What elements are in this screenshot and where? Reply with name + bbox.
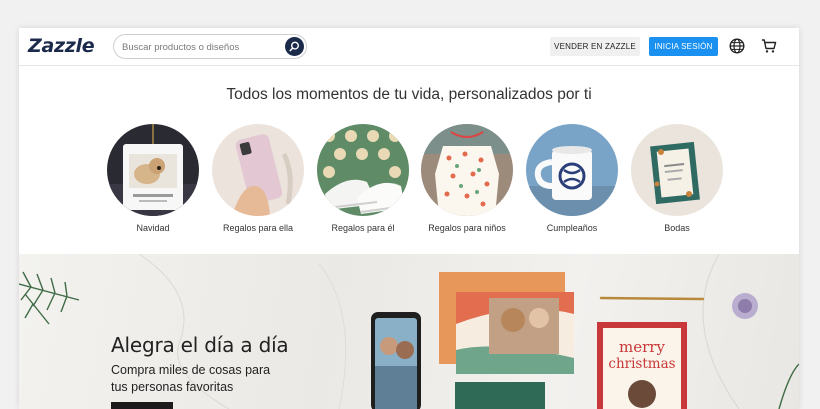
- hero-banner: merry christmas Alegra el día a día Comp…: [19, 254, 799, 409]
- login-button[interactable]: INICIA SESIÓN: [649, 37, 718, 56]
- category-label: Bodas: [664, 223, 690, 233]
- section-headline: Todos los momentos de tu vida, personali…: [226, 86, 592, 103]
- category-navidad[interactable]: Navidad: [107, 124, 199, 233]
- thistle-flower: [732, 293, 758, 319]
- hero-title: Alegra el día a día: [111, 333, 289, 357]
- category-label: Cumpleaños: [546, 223, 598, 233]
- search-icon: [289, 41, 299, 52]
- category-cumpleanos[interactable]: Cumpleaños: [526, 124, 618, 233]
- globe-icon[interactable]: [729, 38, 745, 54]
- category-image: [317, 124, 409, 216]
- site-header: Zazzle VENDER EN ZAZZLE INICIA SESIÓN: [19, 28, 799, 66]
- category-label: Regalos para niños: [428, 223, 506, 233]
- category-label: Regalos para ella: [222, 223, 294, 233]
- card-text-line1: merry: [619, 338, 665, 356]
- category-image: [526, 124, 618, 216]
- category-regalos-el[interactable]: Regalos para él: [317, 124, 409, 233]
- category-image: [421, 124, 513, 216]
- sell-on-zazzle-button[interactable]: VENDER EN ZAZZLE: [550, 37, 640, 56]
- pen: [599, 296, 705, 301]
- category-image: [107, 124, 199, 216]
- category-label: Navidad: [136, 223, 170, 233]
- search-bar: [113, 34, 307, 59]
- category-regalos-ninos[interactable]: Regalos para niños: [421, 124, 513, 233]
- category-bodas[interactable]: Bodas: [631, 124, 723, 233]
- search-button[interactable]: [285, 37, 304, 56]
- card-text-line2: christmas: [608, 356, 675, 372]
- cart-icon[interactable]: [761, 38, 777, 54]
- category-image: [212, 124, 304, 216]
- hero-subtitle: Compra miles de cosas para tus personas …: [111, 363, 271, 394]
- phone-mockup: [371, 312, 421, 409]
- category-label: Regalos para él: [331, 223, 395, 233]
- pine-branch: [19, 271, 80, 325]
- category-regalos-ella[interactable]: Regalos para ella: [212, 124, 304, 233]
- zazzle-logo[interactable]: Zazzle: [28, 35, 95, 57]
- category-image: [631, 124, 723, 216]
- browser-page: Zazzle VENDER EN ZAZZLE INICIA SESIÓN: [19, 28, 799, 409]
- search-input[interactable]: [122, 38, 282, 56]
- hero-cta-button[interactable]: [111, 402, 173, 409]
